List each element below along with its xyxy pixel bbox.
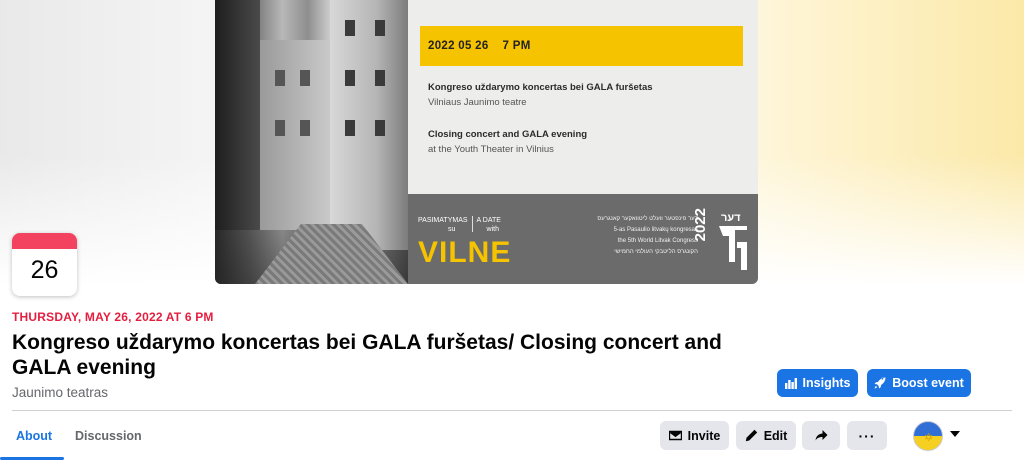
edit-button[interactable]: Edit bbox=[736, 421, 796, 450]
calendar-day: 26 bbox=[30, 256, 59, 284]
poster-tagline: PASIMATYMAS su A DATE with bbox=[418, 216, 501, 233]
share-icon bbox=[815, 430, 827, 441]
poster-congress-text: דער פינפטער וועלט ליטוואקער קאנגרעס 5-as… bbox=[597, 216, 698, 255]
event-venue[interactable]: Jaunimo teatras bbox=[12, 385, 108, 400]
more-icon: ··· bbox=[858, 427, 876, 444]
congress-logo-icon: דער bbox=[715, 212, 751, 272]
boost-event-button[interactable]: Boost event bbox=[867, 369, 971, 397]
insights-button[interactable]: Insights bbox=[777, 369, 858, 397]
poster-title-lt: Kongreso uždarymo koncertas bei GALA fur… bbox=[428, 82, 653, 93]
event-page: 2022 05 26 7 PM Kongreso uždarymo koncer… bbox=[0, 0, 1024, 463]
poster-city: VILNE bbox=[418, 236, 512, 269]
pencil-icon bbox=[745, 429, 757, 442]
poster-venue-en: at the Youth Theater in Vilnius bbox=[428, 144, 554, 155]
event-title: Kongreso uždarymo koncertas bei GALA fur… bbox=[12, 331, 722, 379]
insights-icon bbox=[784, 378, 797, 389]
invite-button[interactable]: Invite bbox=[660, 421, 729, 450]
divider bbox=[12, 410, 1012, 411]
congress-logo-year: 2022 bbox=[692, 208, 709, 242]
star-icon: ✡ bbox=[924, 432, 934, 444]
poster-footer: PASIMATYMAS su A DATE with VILNE דער פינ… bbox=[408, 194, 758, 284]
cover-photo[interactable]: 2022 05 26 7 PM Kongreso uždarymo koncer… bbox=[215, 0, 758, 284]
rocket-icon bbox=[874, 377, 886, 389]
poster-venue-lt: Vilniaus Jaunimo teatre bbox=[428, 97, 527, 108]
event-date: THURSDAY, MAY 26, 2022 AT 6 PM bbox=[12, 310, 214, 324]
street-photo bbox=[215, 0, 408, 284]
avatar[interactable]: ✡ bbox=[913, 421, 943, 451]
envelope-icon bbox=[668, 430, 682, 441]
more-options-button[interactable]: ··· bbox=[847, 421, 887, 450]
tab-discussion[interactable]: Discussion bbox=[75, 429, 142, 443]
tab-about[interactable]: About bbox=[16, 429, 52, 443]
poster-date: 2022 05 26 7 PM bbox=[428, 40, 531, 52]
chevron-down-icon[interactable] bbox=[950, 431, 960, 437]
tab-about-indicator bbox=[0, 457, 64, 460]
calendar-icon: 26 bbox=[12, 233, 77, 296]
poster-title-en: Closing concert and GALA evening bbox=[428, 129, 588, 140]
share-button[interactable] bbox=[802, 421, 840, 450]
